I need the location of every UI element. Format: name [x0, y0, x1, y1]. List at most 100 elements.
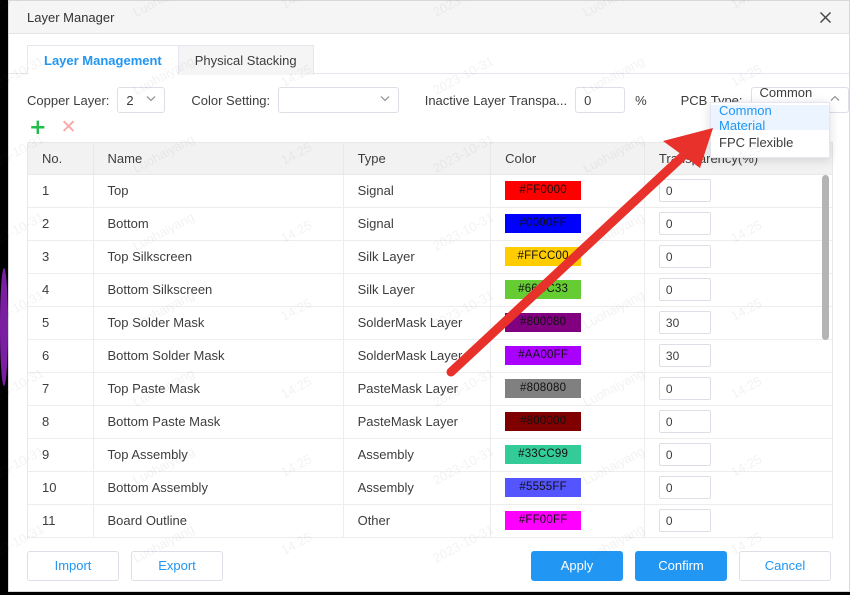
color-swatch[interactable]: #808080	[505, 379, 582, 398]
table-row[interactable]: 2 Bottom Signal #0000FF	[28, 207, 832, 241]
transparency-input[interactable]	[658, 410, 711, 433]
screenshot-root: Layer Manager Layer Management Physical …	[0, 0, 850, 595]
color-swatch[interactable]: #66CC33	[505, 280, 582, 299]
apply-button[interactable]: Apply	[531, 550, 623, 581]
cell-name: Top Assembly	[93, 438, 344, 472]
transparency-input[interactable]	[658, 245, 711, 268]
cell-transparency	[644, 207, 832, 241]
cell-no: 3	[28, 240, 94, 274]
cell-transparency	[644, 471, 832, 505]
layers-table-body: 1TopSignal#FF00002BottomSignal#0000FF3To…	[28, 174, 832, 538]
color-swatch[interactable]: #FFCC00	[505, 247, 582, 266]
table-scrollbar-track[interactable]	[822, 175, 830, 539]
cell-no: 4	[28, 273, 94, 307]
column-header-type: Type	[343, 143, 492, 175]
cell-type: Signal	[343, 174, 492, 208]
transparency-input[interactable]	[658, 278, 711, 301]
table-scrollbar-thumb[interactable]	[822, 175, 829, 340]
table-row[interactable]: 4 Bottom Silkscreen Silk Layer #66CC33	[28, 273, 832, 307]
cell-transparency	[644, 306, 832, 340]
cell-type: Silk Layer	[343, 240, 492, 274]
color-swatch[interactable]: #0000FF	[505, 214, 582, 233]
import-button[interactable]: Import	[27, 550, 119, 581]
color-swatch[interactable]: #800080	[505, 313, 582, 332]
transparency-input[interactable]	[658, 344, 711, 367]
tab-physical-stacking[interactable]: Physical Stacking	[177, 45, 314, 75]
table-row[interactable]: 7 Top Paste Mask PasteMask Layer #808080	[28, 372, 832, 406]
color-swatch[interactable]: #800000	[505, 412, 582, 431]
table-row[interactable]: 3 Top Silkscreen Silk Layer #FFCC00	[28, 240, 832, 274]
tab-layer-management[interactable]: Layer Management	[27, 45, 179, 75]
column-header-color: Color	[490, 143, 645, 175]
pcb-type-dropdown-menu: Common Material FPC Flexible	[710, 102, 830, 158]
color-swatch[interactable]: #33CC99	[505, 445, 582, 464]
table-row[interactable]: 8 Bottom Paste Mask PasteMask Layer #800000	[28, 405, 832, 439]
confirm-button[interactable]: Confirm	[635, 550, 727, 581]
color-setting-select[interactable]	[278, 87, 399, 113]
cell-color: #66CC33	[490, 273, 645, 307]
close-icon[interactable]	[815, 7, 835, 27]
cell-no: 5	[28, 306, 94, 340]
cell-name: Top Silkscreen	[93, 240, 344, 274]
page-title: Layer Manager	[27, 9, 115, 25]
transparency-input[interactable]	[658, 212, 711, 235]
cell-no: 7	[28, 372, 94, 406]
cell-name: Bottom	[93, 207, 344, 241]
plus-icon[interactable]: +	[29, 116, 47, 138]
dropdown-option-fpc-flexible[interactable]: FPC Flexible	[711, 130, 829, 155]
inactive-transparency-input[interactable]	[575, 87, 626, 113]
transparency-input[interactable]	[658, 509, 711, 532]
color-setting-label: Color Setting:	[191, 92, 271, 108]
cell-no: 8	[28, 405, 94, 439]
table-row[interactable]: 10 Bottom Assembly Assembly #5555FF	[28, 471, 832, 505]
cell-color: #33CC99	[490, 438, 645, 472]
dialog-titlebar: Layer Manager	[9, 1, 849, 34]
layer-manager-dialog: Layer Manager Layer Management Physical …	[8, 0, 850, 592]
color-swatch[interactable]: #5555FF	[505, 478, 582, 497]
transparency-input[interactable]	[658, 179, 711, 202]
export-button[interactable]: Export	[131, 550, 223, 581]
color-swatch[interactable]: #FF00FF	[505, 511, 582, 530]
transparency-input[interactable]	[658, 476, 711, 499]
transparency-input[interactable]	[658, 443, 711, 466]
cell-color: #FF00FF	[490, 504, 645, 538]
cell-type: Assembly	[343, 438, 492, 472]
table-row[interactable]: 5 Top Solder Mask SolderMask Layer #800080	[28, 306, 832, 340]
cell-color: #808080	[490, 372, 645, 406]
cell-transparency	[644, 405, 832, 439]
dialog-footer: Import Export Apply Confirm Cancel	[9, 539, 849, 591]
cell-type: Silk Layer	[343, 273, 492, 307]
cell-color: #FFCC00	[490, 240, 645, 274]
cell-type: Signal	[343, 207, 492, 241]
dropdown-option-common-material[interactable]: Common Material	[711, 103, 829, 133]
cell-type: PasteMask Layer	[343, 372, 492, 406]
transparency-input[interactable]	[658, 311, 711, 334]
cell-type: SolderMask Layer	[343, 339, 492, 373]
table-row[interactable]: 9 Top Assembly Assembly #33CC99	[28, 438, 832, 472]
color-swatch[interactable]: #AA00FF	[505, 346, 582, 365]
inactive-transparency-label: Inactive Layer Transpa...	[424, 92, 568, 108]
cell-transparency	[644, 372, 832, 406]
cell-type: PasteMask Layer	[343, 405, 492, 439]
cell-transparency	[644, 174, 832, 208]
cell-color: #0000FF	[490, 207, 645, 241]
cancel-button[interactable]: Cancel	[739, 550, 831, 581]
cell-type: SolderMask Layer	[343, 306, 492, 340]
copper-layer-value: 2	[126, 92, 134, 108]
dropdown-option-label: FPC Flexible	[719, 135, 794, 150]
table-row[interactable]: 1 Top Signal #FF0000	[28, 174, 832, 208]
cell-name: Top	[93, 174, 344, 208]
table-row[interactable]: 6 Bottom Solder Mask SolderMask Layer #AA00…	[28, 339, 832, 373]
cell-transparency	[644, 240, 832, 274]
close-x-icon[interactable]: ✕	[61, 117, 77, 137]
cell-type: Other	[343, 504, 492, 538]
cell-transparency	[644, 339, 832, 373]
chevron-down-icon	[372, 95, 390, 105]
cell-no: 2	[28, 207, 94, 241]
table-row[interactable]: 11 Board Outline Other #FF00FF	[28, 504, 832, 538]
cell-no: 9	[28, 438, 94, 472]
color-swatch[interactable]: #FF0000	[505, 181, 582, 200]
copper-layer-select[interactable]: 2	[117, 87, 166, 113]
transparency-input[interactable]	[658, 377, 711, 400]
cell-color: #5555FF	[490, 471, 645, 505]
